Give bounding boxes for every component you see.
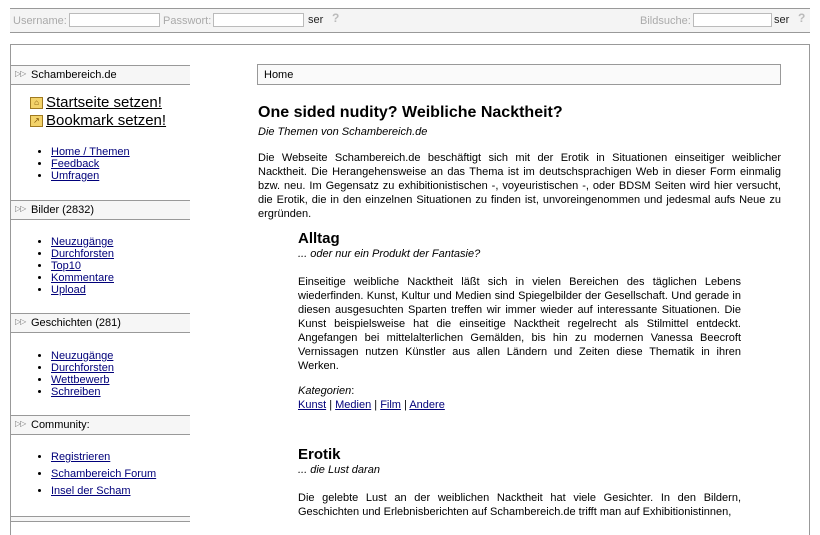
list-item: Durchforsten [51, 248, 114, 260]
stories-links: Neuzugänge Durchforsten Wettbewerb Schre… [33, 350, 114, 398]
double-arrow-icon: ▷▷ [15, 419, 26, 428]
username-label: Username: [13, 15, 67, 27]
set-bookmark-link[interactable]: Bookmark setzen! [46, 112, 166, 129]
sidebar-header-next [11, 516, 190, 522]
search-button[interactable]: ser [774, 14, 789, 26]
list-item: Home / Themen [51, 146, 130, 158]
section-heading-erotik: Erotik [298, 446, 341, 463]
double-arrow-icon: ▷▷ [15, 204, 26, 213]
category-separator: | [404, 399, 407, 411]
images-links: Neuzugänge Durchforsten Top10 Kommentare… [33, 236, 114, 296]
link-stories-browse[interactable]: Durchforsten [51, 362, 114, 374]
link-forum[interactable]: Schambereich Forum [51, 468, 156, 480]
link-stories-write[interactable]: Schreiben [51, 386, 101, 398]
category-links: Kunst | Medien | Film | Andere [298, 398, 445, 412]
sidebar-header-site: ▷▷ Schambereich.de [11, 65, 190, 85]
help-icon[interactable]: ? [332, 11, 339, 25]
link-insel[interactable]: Insel der Scham [51, 485, 130, 497]
main-links: Home / Themen Feedback Umfragen [33, 146, 130, 182]
list-item: Upload [51, 284, 114, 296]
image-search-label: Bildsuche: [640, 15, 691, 27]
image-search-input[interactable] [693, 13, 772, 27]
list-item: Top10 [51, 260, 114, 272]
community-links: Registrieren Schambereich Forum Insel de… [33, 449, 156, 500]
breadcrumb: Home [257, 64, 781, 85]
list-item: Schreiben [51, 386, 114, 398]
link-images-browse[interactable]: Durchforsten [51, 248, 114, 260]
page-title: One sided nudity? Weibliche Nacktheit? [258, 104, 563, 121]
list-item: Neuzugänge [51, 350, 114, 362]
section-text-alltag: Einseitige weibliche Nacktheit läßt sich… [298, 276, 741, 372]
link-images-new[interactable]: Neuzugänge [51, 236, 113, 248]
category-link-medien[interactable]: Medien [335, 399, 371, 411]
breadcrumb-home[interactable]: Home [264, 69, 293, 81]
category-separator: | [329, 399, 333, 411]
link-images-upload[interactable]: Upload [51, 284, 86, 296]
link-home-themen[interactable]: Home / Themen [51, 146, 130, 158]
list-item: Registrieren [51, 449, 156, 466]
set-homepage-link[interactable]: Startseite setzen! [46, 94, 162, 111]
list-item: Kommentare [51, 272, 114, 284]
section-subtitle-alltag: ... oder nur ein Produkt der Fantasie? [298, 248, 481, 260]
password-input[interactable] [213, 13, 304, 27]
link-images-top10[interactable]: Top10 [51, 260, 81, 272]
link-register[interactable]: Registrieren [51, 451, 110, 463]
link-images-comments[interactable]: Kommentare [51, 272, 114, 284]
list-item: Umfragen [51, 170, 130, 182]
list-item: Neuzugänge [51, 236, 114, 248]
house-icon: ⌂ [30, 97, 43, 109]
categories-label-line: Kategorien: [298, 385, 355, 397]
link-feedback[interactable]: Feedback [51, 158, 99, 170]
list-item: Wettbewerb [51, 374, 114, 386]
sidebar-header-community: ▷▷ Community: [11, 415, 190, 435]
section-subtitle-erotik: ... die Lust daran [298, 464, 380, 476]
sidebar-header-label: Community: [31, 419, 90, 431]
category-link-kunst[interactable]: Kunst [298, 399, 326, 411]
sidebar-header-label: Schambereich.de [31, 69, 117, 81]
sidebar-header-label: Geschichten (281) [31, 317, 121, 329]
categories-label: Kategorien [298, 385, 352, 397]
list-item: Insel der Scham [51, 483, 156, 500]
sidebar-header-stories: ▷▷ Geschichten (281) [11, 313, 190, 333]
category-link-andere[interactable]: Andere [409, 399, 444, 411]
section-text-erotik: Die gelebte Lust an der weiblichen Nackt… [298, 492, 741, 518]
top-bar: Username: Passwort: ser ? Bildsuche: ser… [10, 8, 810, 33]
password-label: Passwort: [163, 15, 212, 27]
set-bookmark-item[interactable]: ↗ Bookmark setzen! [30, 112, 166, 129]
list-item: Durchforsten [51, 362, 114, 374]
set-homepage-item[interactable]: ⌂ Startseite setzen! [30, 94, 162, 111]
sidebar-header-label: Bilder (2832) [31, 204, 94, 216]
sidebar-header-images: ▷▷ Bilder (2832) [11, 200, 190, 220]
link-stories-contest[interactable]: Wettbewerb [51, 374, 110, 386]
double-arrow-icon: ▷▷ [15, 69, 26, 78]
double-arrow-icon: ▷▷ [15, 317, 26, 326]
section-heading-alltag: Alltag [298, 230, 340, 247]
list-item: Feedback [51, 158, 130, 170]
intro-text: Die Webseite Schambereich.de beschäftigt… [258, 152, 781, 220]
category-link-film[interactable]: Film [380, 399, 401, 411]
search-help-icon[interactable]: ? [798, 11, 805, 25]
page-subtitle: Die Themen von Schambereich.de [258, 126, 428, 138]
link-umfragen[interactable]: Umfragen [51, 170, 99, 182]
link-stories-new[interactable]: Neuzugänge [51, 350, 113, 362]
bookmark-icon: ↗ [30, 115, 43, 127]
category-separator: | [374, 399, 378, 411]
list-item: Schambereich Forum [51, 466, 156, 483]
login-button[interactable]: ser [308, 14, 323, 26]
username-input[interactable] [69, 13, 160, 27]
